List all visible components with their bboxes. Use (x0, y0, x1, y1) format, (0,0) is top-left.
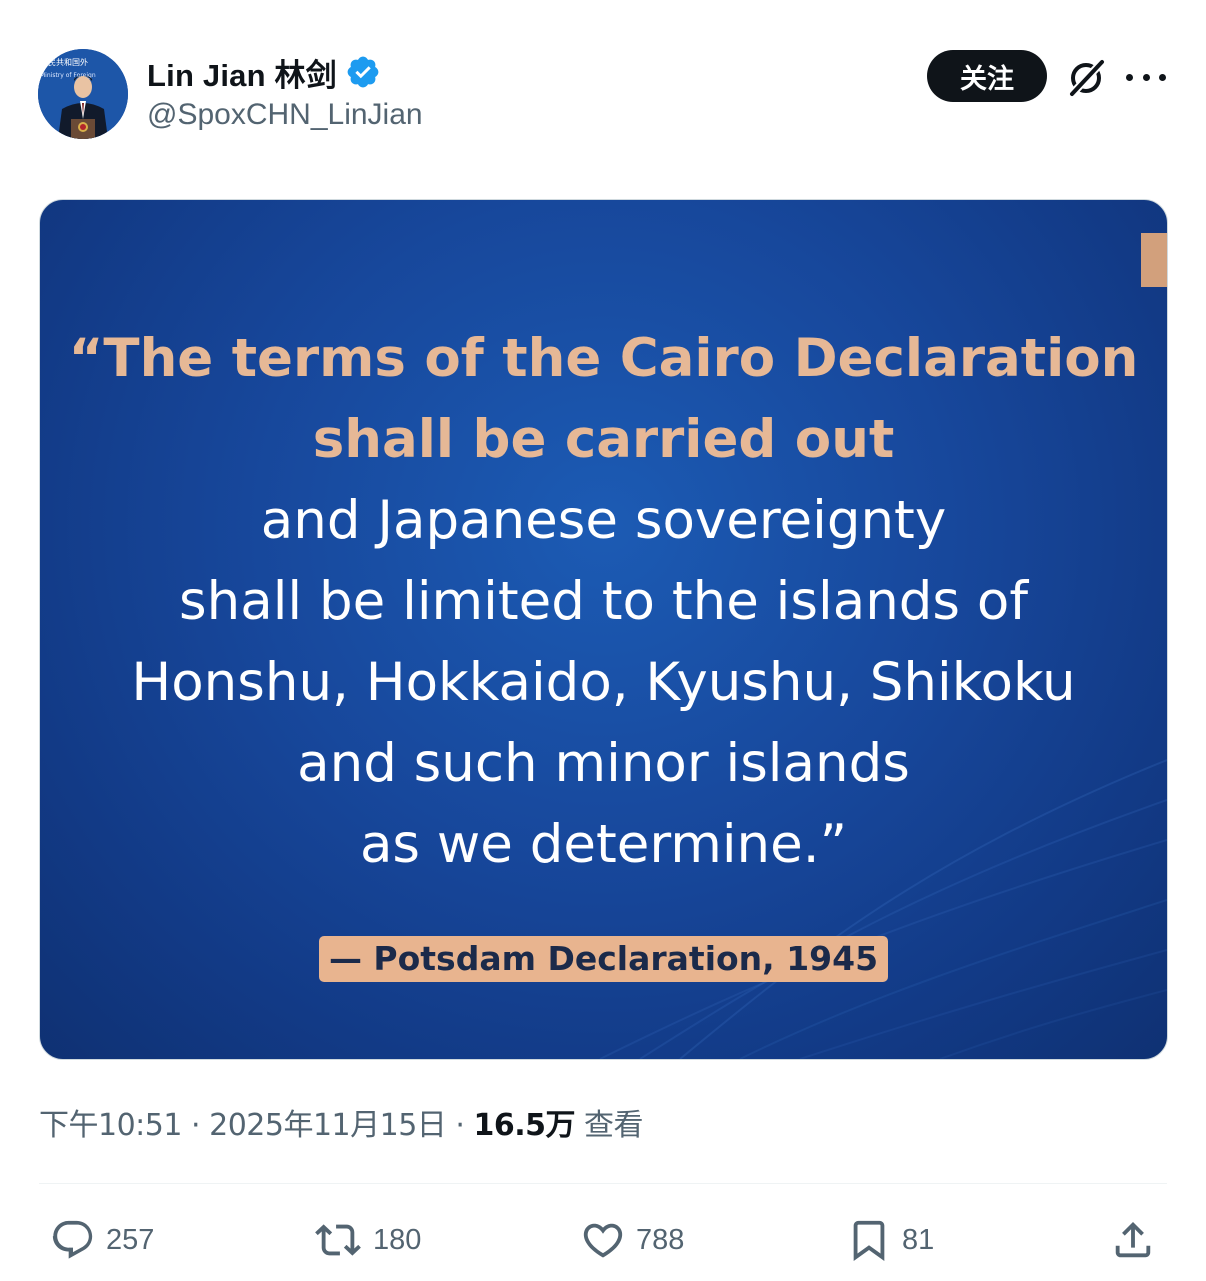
follow-button[interactable]: 关注 (927, 50, 1047, 102)
bookmark-count: 81 (902, 1223, 935, 1256)
quote-source-badge: — Potsdam Declaration, 1945 (318, 936, 889, 982)
author-display-name[interactable]: Lin Jian 林剑 (147, 50, 337, 95)
post-time[interactable]: 下午10:51 (39, 1108, 182, 1143)
corner-accent-tab (1141, 233, 1167, 287)
quote-source-wrap: — Potsdam Declaration, 1945 (40, 936, 1167, 982)
more-dot (1142, 73, 1150, 81)
reply-icon (52, 1220, 93, 1259)
action-bar: 257 180 788 81 (0, 1210, 1206, 1270)
author-handle[interactable]: @SpoxCHN_LinJian (147, 98, 423, 132)
quote-text: “The terms of the Cairo Declaration shal… (40, 318, 1167, 885)
more-options-icon[interactable] (1126, 60, 1166, 94)
author-name-row[interactable]: Lin Jian 林剑 (147, 50, 381, 94)
repost-icon (315, 1224, 361, 1256)
verified-badge-icon[interactable] (345, 54, 381, 90)
quote-line: and Japanese sovereignty (260, 490, 947, 551)
avatar[interactable]: 人民共和国外 Ministry of Foreign (38, 49, 128, 139)
share-icon (1115, 1221, 1151, 1258)
share-button[interactable] (1110, 1210, 1156, 1270)
quote-line: and such minor islands (297, 733, 910, 794)
quote-line: shall be carried out (312, 409, 895, 470)
avatar-image: 人民共和国外 Ministry of Foreign (38, 49, 128, 139)
quote-line: “The terms of the Cairo Declaration (68, 328, 1139, 389)
post-meta: 下午10:51 · 2025年11月15日 · 16.5万 查看 (39, 1100, 644, 1144)
quote-line: Honshu, Hokkaido, Kyushu, Shikoku (131, 652, 1076, 713)
bookmark-icon (853, 1220, 885, 1261)
reply-count: 257 (106, 1223, 155, 1256)
like-icon (583, 1223, 623, 1258)
more-dot (1126, 73, 1133, 81)
divider (39, 1183, 1167, 1184)
like-button[interactable]: 788 (580, 1210, 684, 1270)
quote-line: shall be limited to the islands of (179, 571, 1028, 632)
bookmark-button[interactable]: 81 (846, 1210, 934, 1270)
repost-button[interactable]: 180 (313, 1210, 421, 1270)
post-header: 人民共和国外 Ministry of Foreign Lin Jian 林剑 @… (0, 0, 1206, 160)
grok-icon[interactable] (1066, 56, 1108, 98)
meta-separator: · (191, 1108, 201, 1143)
post-image[interactable]: “The terms of the Cairo Declaration shal… (39, 199, 1168, 1060)
meta-separator: · (455, 1108, 465, 1143)
repost-count: 180 (373, 1223, 422, 1256)
like-count: 788 (636, 1223, 685, 1256)
reply-button[interactable]: 257 (50, 1210, 154, 1270)
more-dot (1159, 73, 1166, 81)
post-date[interactable]: 2025年11月15日 (209, 1108, 447, 1143)
views-count[interactable]: 16.5万 (473, 1108, 575, 1143)
svg-text:人民共和国外: 人民共和国外 (40, 57, 88, 67)
quote-line: as we determine.” (359, 814, 848, 875)
views-label: 查看 (584, 1108, 644, 1143)
